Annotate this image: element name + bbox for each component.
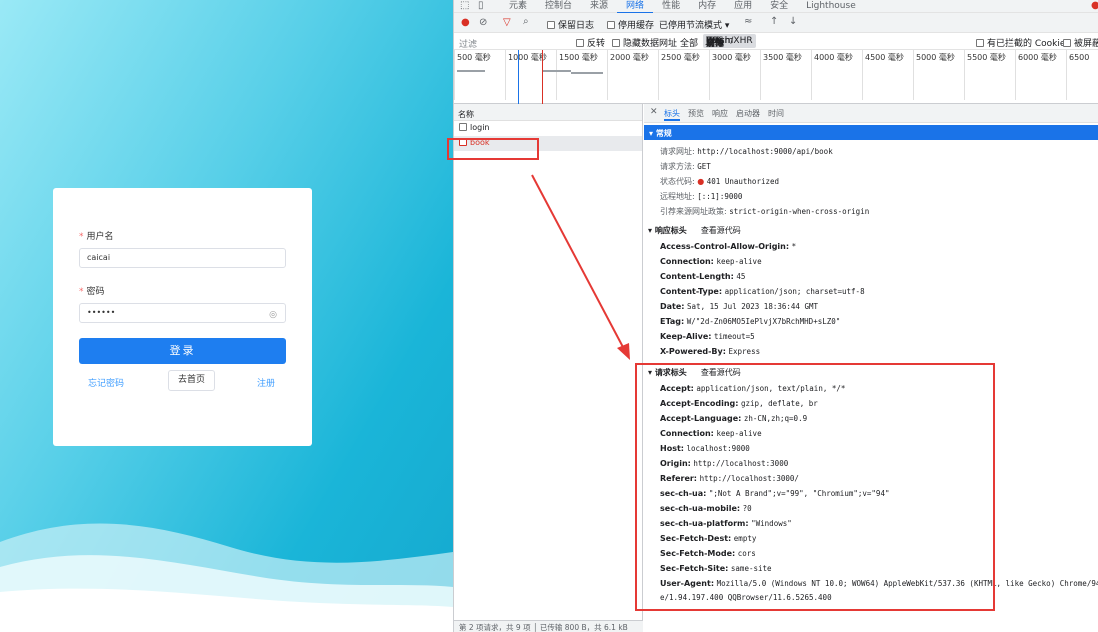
annotation-arrow xyxy=(531,174,630,360)
